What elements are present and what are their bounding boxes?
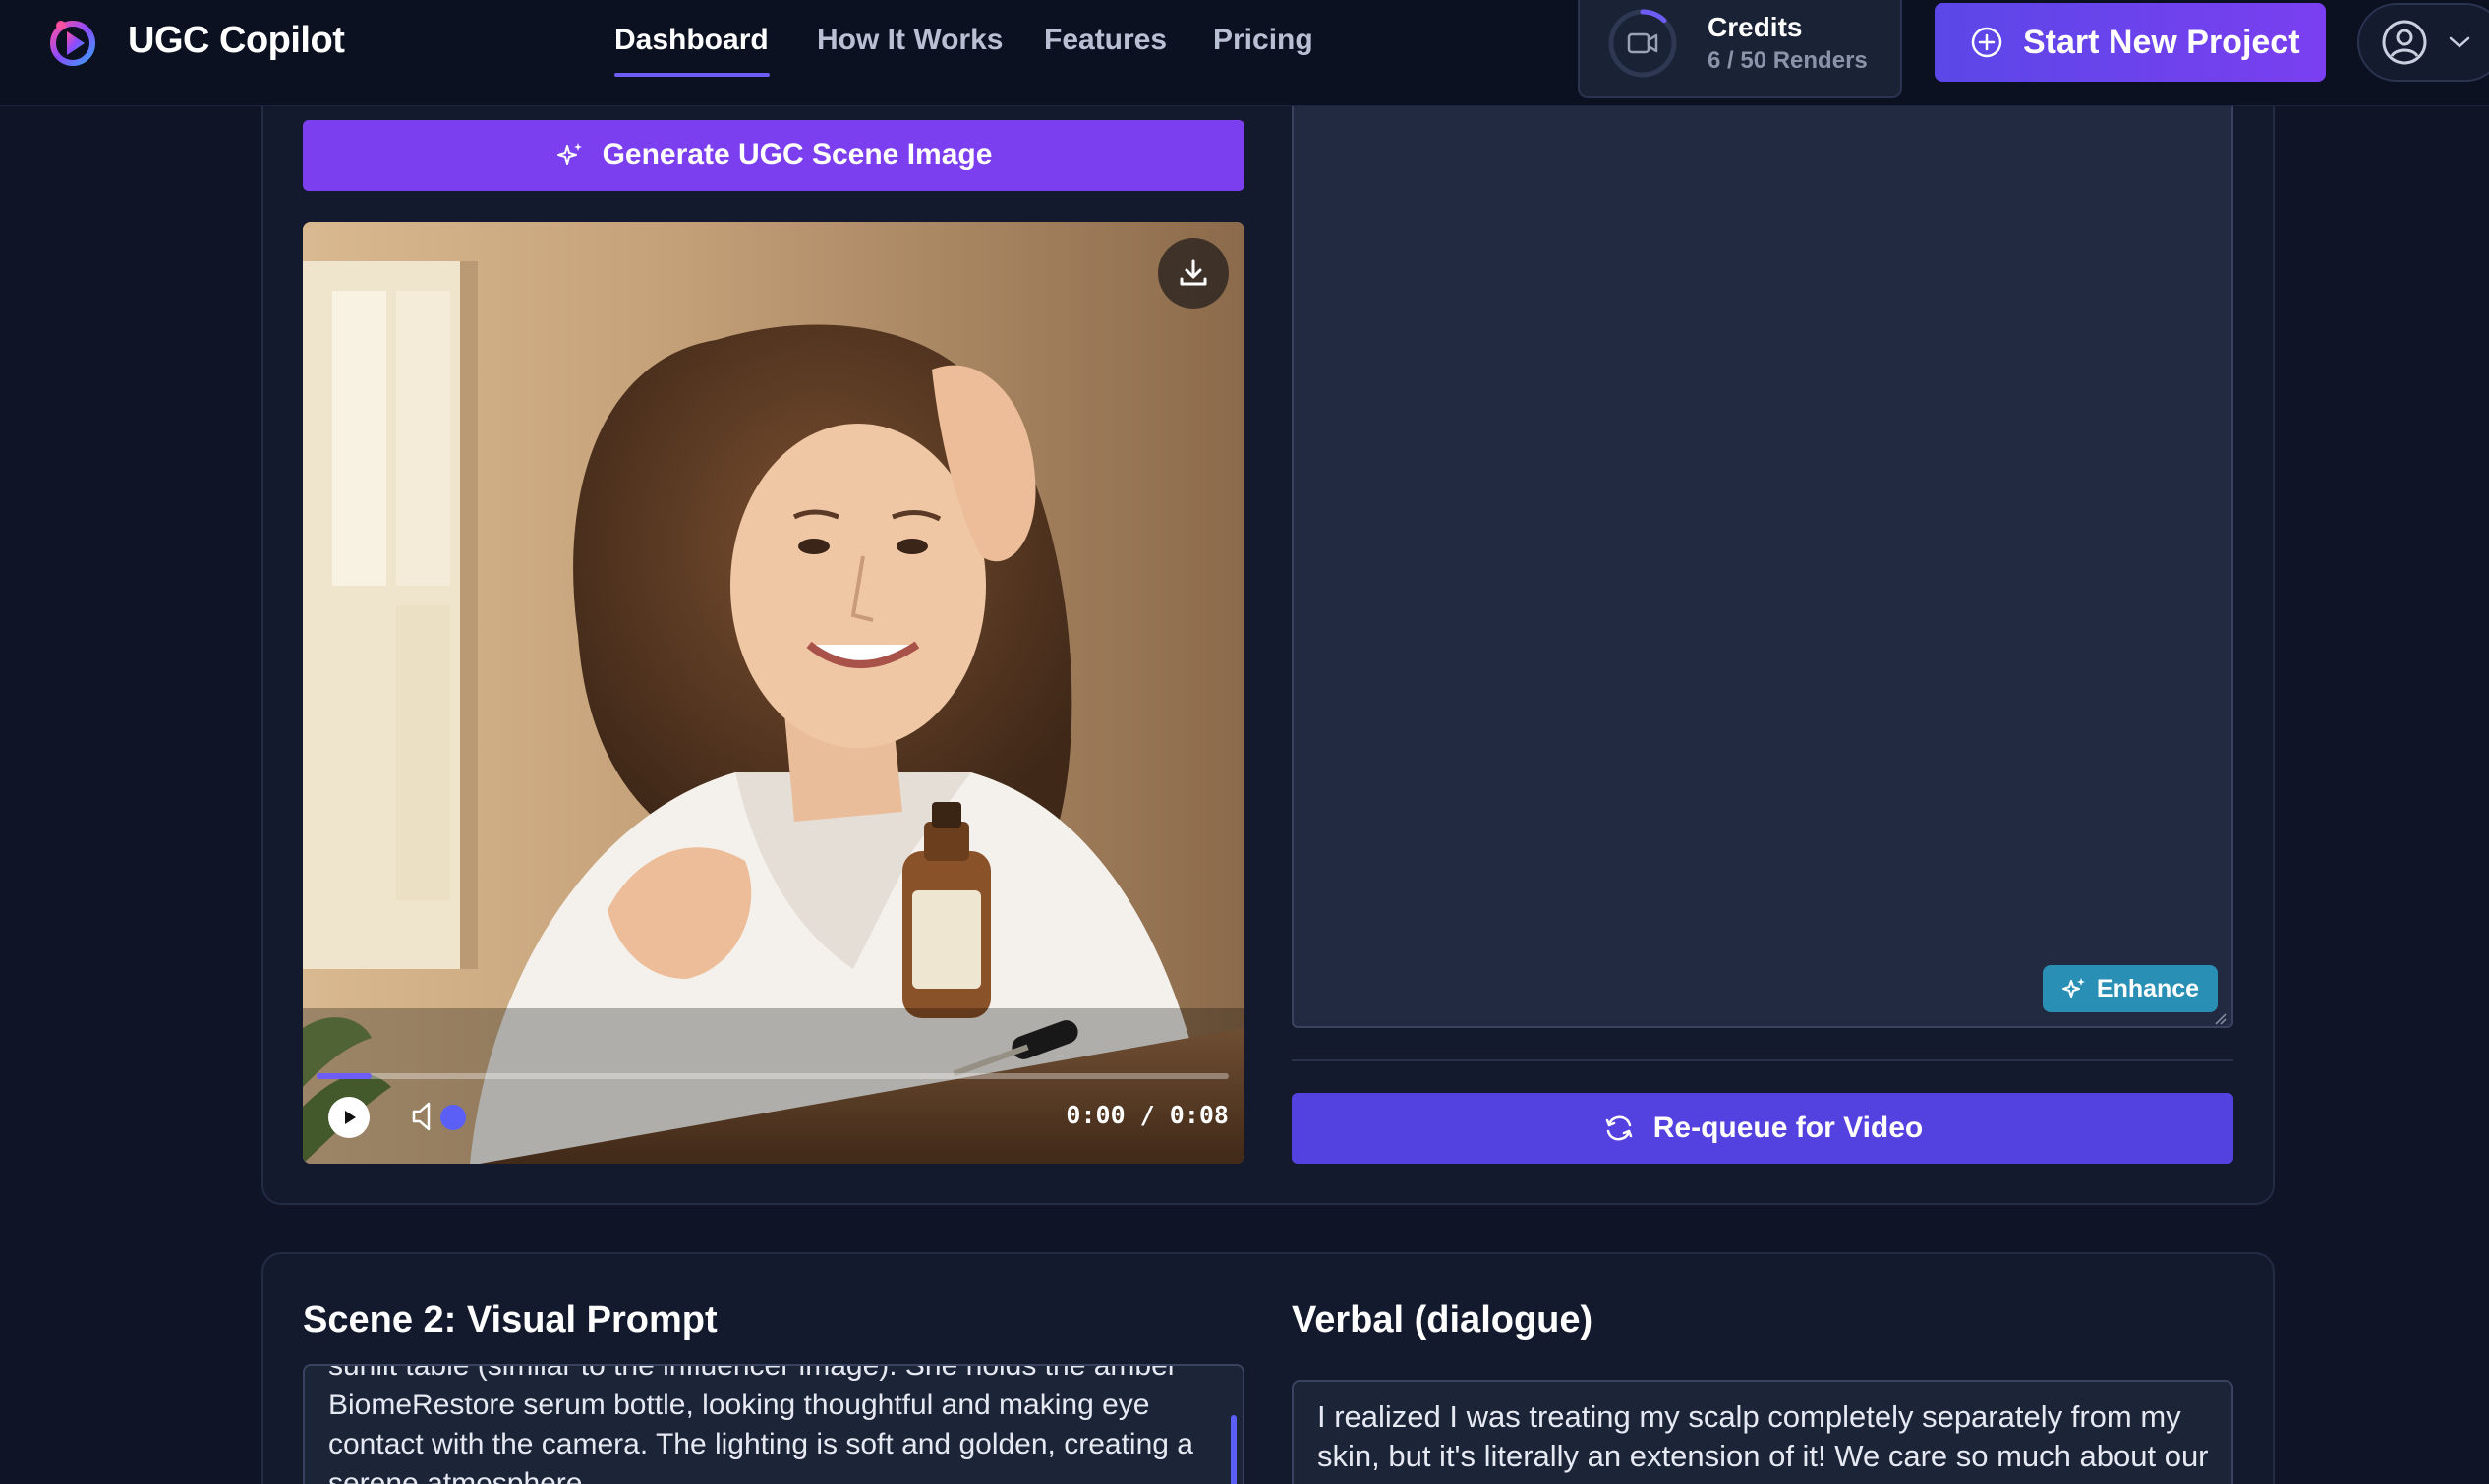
enhance-label: Enhance [2096, 974, 2200, 1002]
start-new-project-button[interactable]: Start New Project [1935, 3, 2326, 82]
requeue-video-button[interactable]: Re-queue for Video [1292, 1093, 2233, 1164]
verbal-dialogue-title: Verbal (dialogue) [1292, 1299, 1593, 1341]
scene-2-prompt-scrollbar[interactable] [1231, 1415, 1237, 1484]
section-divider [1292, 1059, 2233, 1061]
volume-slider-knob[interactable] [440, 1105, 466, 1130]
chevron-down-icon [2449, 36, 2470, 48]
enhance-button[interactable]: Enhance [2043, 965, 2218, 1012]
video-progress-fill [317, 1073, 372, 1079]
play-button[interactable] [328, 1097, 370, 1138]
scene-preview-image [303, 222, 1244, 1164]
scene-1-prompt-textarea[interactable] [1292, 98, 2233, 1028]
requeue-video-label: Re-queue for Video [1652, 1112, 1924, 1144]
nav-dashboard[interactable]: Dashboard [614, 24, 769, 57]
user-circle-icon [2382, 20, 2427, 65]
nav-active-indicator [614, 73, 770, 77]
video-progress-bar[interactable] [317, 1073, 1229, 1079]
scene-2-title: Scene 2: Visual Prompt [303, 1299, 718, 1341]
sparkles-icon [556, 143, 582, 165]
video-camera-icon [1608, 9, 1677, 78]
start-new-project-label: Start New Project [2023, 23, 2300, 61]
credits-title: Credits [1708, 12, 1803, 42]
video-time: 0:00 / 0:08 [1066, 1101, 1229, 1129]
user-menu-button[interactable] [2357, 3, 2489, 82]
volume-muted-icon[interactable] [411, 1100, 438, 1133]
generate-scene-image-label: Generate UGC Scene Image [602, 139, 993, 171]
nav-pricing[interactable]: Pricing [1213, 24, 1313, 57]
credits-widget[interactable]: Credits 6 / 50 Renders [1578, 0, 1902, 98]
scene-2-visual-prompt-textarea[interactable]: sunlit table (similar to the influencer … [303, 1364, 1244, 1484]
nav-features[interactable]: Features [1044, 24, 1167, 57]
sparkles-icon [2061, 978, 2085, 998]
verbal-dialogue-textarea[interactable]: I realized I was treating my scalp compl… [1292, 1380, 2233, 1484]
download-icon [1180, 259, 1207, 286]
scene-video-player[interactable]: 0:00 / 0:08 [303, 222, 1244, 1164]
brand-name[interactable]: UGC Copilot [128, 20, 345, 62]
credits-usage: 6 / 50 Renders [1708, 47, 1868, 74]
play-icon [345, 1111, 356, 1124]
resize-handle-icon[interactable] [2214, 1012, 2228, 1026]
scene-2-visual-prompt-text: sunlit table (similar to the influencer … [328, 1364, 1193, 1484]
verbal-dialogue-text: I realized I was treating my scalp compl… [1317, 1399, 2209, 1484]
generate-scene-image-button[interactable]: Generate UGC Scene Image [303, 120, 1244, 191]
plus-circle-icon [1971, 27, 2002, 58]
ugc-copilot-logo-icon[interactable] [45, 14, 100, 69]
download-button[interactable] [1158, 238, 1229, 309]
nav-how-it-works[interactable]: How It Works [817, 24, 1003, 57]
refresh-icon [1605, 1115, 1632, 1141]
top-navbar: UGC Copilot Dashboard How It Works Featu… [0, 0, 2489, 106]
